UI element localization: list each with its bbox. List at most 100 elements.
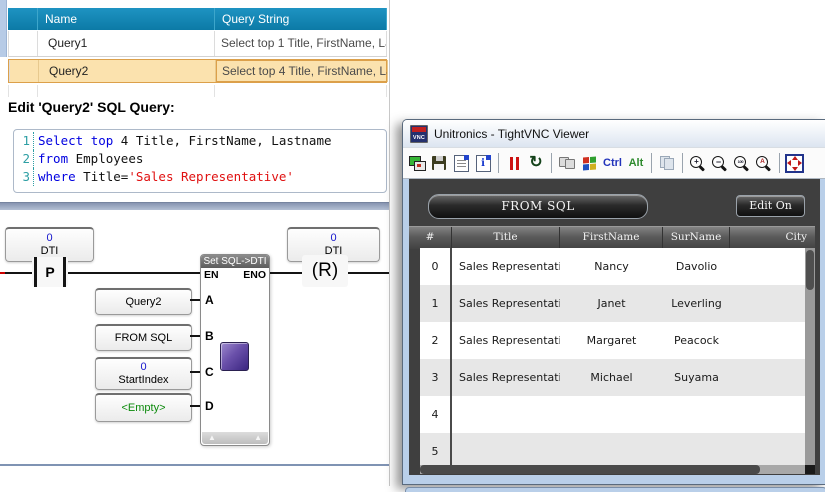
line-number: 1 (14, 132, 34, 150)
connection-options-icon[interactable] (450, 151, 472, 175)
firstname-cell: Janet (560, 285, 663, 322)
block-input-letter: C (205, 365, 214, 379)
block-input-letter: D (205, 399, 214, 413)
zoom-auto-icon[interactable]: A (753, 151, 775, 175)
surname-cell: Leverling (663, 285, 730, 322)
vertical-scrollbar[interactable] (805, 248, 815, 465)
toolbar-separator (498, 153, 499, 173)
sql-code-line: 2from Employees (14, 150, 386, 168)
logo-red-band (412, 127, 426, 132)
city-cell (730, 359, 805, 396)
contact-symbol: P (45, 264, 54, 280)
query-table-row[interactable]: Query2Select top 4 Title, FirstName, La (8, 59, 387, 83)
vnc-title-bar[interactable]: VNC Unitronics - TightVNC Viewer (403, 120, 825, 147)
from-sql-button[interactable]: FROM SQL (428, 194, 648, 219)
block-collapse-bar[interactable]: ▲ ▲ (202, 432, 268, 444)
send-keys-icon[interactable] (556, 151, 578, 175)
pause-icon[interactable] (503, 151, 525, 175)
title-cell: Sales Representative (452, 322, 560, 359)
panel-divider (389, 0, 390, 486)
remote-column-header: # (409, 227, 452, 249)
row-selector[interactable] (9, 60, 39, 82)
query-table-header: Name Query String (8, 8, 387, 30)
copy-icon[interactable] (656, 151, 678, 175)
sql-block-icon (220, 342, 249, 371)
sql-code-text: from Employees (34, 150, 143, 168)
block-param-box-b[interactable]: FROM SQL (95, 324, 192, 351)
row-selector[interactable] (8, 31, 38, 56)
reset-coil[interactable]: (R) (302, 255, 348, 287)
contact-bar (34, 257, 37, 287)
horizontal-scrollbar[interactable] (420, 465, 805, 474)
remote-table-rows: 0Sales RepresentativeNancyDavolio1Sales … (420, 248, 805, 465)
surname-cell: Suyama (663, 359, 730, 396)
alt-button[interactable]: Alt (625, 151, 647, 175)
title-cell (452, 396, 560, 433)
refresh-icon[interactable]: ↻ (525, 151, 547, 175)
remote-table-header: #TitleFirstNameSurNameCity (409, 226, 815, 249)
remote-column-header: Title (452, 227, 560, 249)
remote-table-row[interactable]: 4 (420, 396, 805, 433)
column-header-name[interactable]: Name (38, 8, 215, 30)
param-connector-line (190, 405, 200, 407)
collapse-arrow-icon[interactable]: ▲ (208, 433, 216, 443)
surname-cell (663, 433, 730, 465)
row-index-cell: 2 (420, 322, 452, 359)
zoom-in-icon[interactable]: + (687, 151, 709, 175)
param-connector-line (190, 299, 200, 301)
rung-divider-bottom (0, 464, 389, 466)
remote-table-row[interactable]: 0Sales RepresentativeNancyDavolio (420, 248, 805, 285)
vertical-scrollbar-thumb[interactable] (806, 250, 814, 290)
vnc-toolbar: i ↻ CtrlAlt +−100A (403, 147, 825, 179)
collapse-arrow-icon[interactable]: ▲ (254, 433, 262, 443)
sql-editor-title: Edit 'Query2' SQL Query: (8, 99, 175, 115)
block-param-box-a[interactable]: Query2 (95, 288, 192, 315)
toolbar-separator (682, 153, 683, 173)
title-cell: Sales Representative (452, 285, 560, 322)
surname-cell: Davolio (663, 248, 730, 285)
partial-table-row (8, 85, 387, 97)
column-header-selector[interactable] (8, 8, 38, 30)
zoom-out-icon[interactable]: − (709, 151, 731, 175)
fullscreen-icon[interactable] (784, 151, 806, 175)
column-header-query-string[interactable]: Query String (215, 8, 387, 30)
rung-divider-top (0, 202, 389, 210)
positive-transition-contact[interactable]: P (32, 257, 68, 287)
title-cell: Sales Representative (452, 248, 560, 285)
remote-table-row[interactable]: 2Sales RepresentativeMargaretPeacock (420, 322, 805, 359)
remote-screen[interactable]: FROM SQL Edit On #TitleFirstNameSurNameC… (409, 179, 820, 475)
save-icon[interactable] (428, 151, 450, 175)
ctrl-button[interactable]: Ctrl (600, 151, 625, 175)
scrollbar-corner (805, 465, 815, 474)
block-param-box-d[interactable]: <Empty> (95, 393, 192, 422)
firstname-cell: Nancy (560, 248, 663, 285)
query-string-cell: Select top 1 Title, FirstName, La (215, 31, 387, 56)
toolbar-separator (551, 153, 552, 173)
param-label: Query2 (96, 296, 191, 309)
remote-table-row[interactable]: 5 (420, 433, 805, 465)
param-connector-line (190, 335, 200, 337)
horizontal-scrollbar-thumb[interactable] (420, 465, 760, 474)
remote-table-row[interactable]: 3Sales RepresentativeMichaelSuyama (420, 359, 805, 396)
row-index-cell: 1 (420, 285, 452, 322)
operand-value: 0 (6, 232, 93, 245)
tightvnc-logo-icon: VNC (410, 125, 428, 143)
edit-on-button[interactable]: Edit On (736, 195, 805, 217)
block-input-letter: B (205, 329, 214, 343)
query-name-cell: Query1 (38, 31, 215, 56)
query-table-row[interactable]: Query1Select top 1 Title, FirstName, La (8, 31, 387, 57)
new-connection-icon[interactable] (406, 151, 428, 175)
vnc-window-frame: FROM SQL Edit On #TitleFirstNameSurNameC… (403, 178, 825, 484)
param-connector-line (190, 371, 200, 373)
connection-info-icon[interactable]: i (472, 151, 494, 175)
function-block-set-sql-dti[interactable]: Set SQL->DTI EN ENO ABCD ▲ ▲ (200, 254, 270, 446)
block-param-box-c[interactable]: 0StartIndex (95, 357, 192, 390)
sql-code-editor[interactable]: 1Select top 4 Title, FirstName, Lastname… (13, 129, 387, 193)
remote-column-header: SurName (663, 227, 730, 249)
zoom-100-icon[interactable]: 100 (731, 151, 753, 175)
row-index-cell: 3 (420, 359, 452, 396)
ctrl-alt-del-icon[interactable] (578, 151, 600, 175)
remote-table-row[interactable]: 1Sales RepresentativeJanetLeverling (420, 285, 805, 322)
title-cell: Sales Representative (452, 359, 560, 396)
toolbar-separator (651, 153, 652, 173)
